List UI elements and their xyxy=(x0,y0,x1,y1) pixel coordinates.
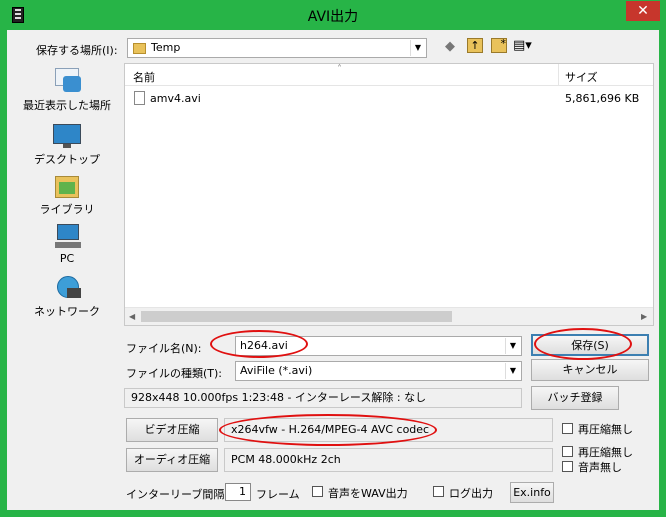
filetype-select[interactable]: AviFile (*.avi) ▼ xyxy=(235,361,522,381)
close-button[interactable]: ✕ xyxy=(626,1,660,21)
filetype-value: AviFile (*.avi) xyxy=(240,364,313,377)
filename-label: ファイル名(N): xyxy=(126,342,202,355)
audio-no-recompress-label: 再圧縮無し xyxy=(578,446,633,459)
wav-output-label: 音声をWAV出力 xyxy=(328,487,408,500)
video-no-recompress-checkbox[interactable] xyxy=(562,423,573,434)
avi-file-icon xyxy=(134,91,145,105)
scroll-left-icon[interactable]: ◀ xyxy=(129,312,135,321)
file-name: amv4.avi xyxy=(150,92,201,105)
log-output-label: ログ出力 xyxy=(449,487,493,500)
video-no-recompress-label: 再圧縮無し xyxy=(578,423,633,436)
chevron-down-icon[interactable]: ▼ xyxy=(505,363,520,379)
interleave-unit: フレーム xyxy=(256,488,300,501)
filename-highlight xyxy=(210,330,308,358)
horizontal-scrollbar[interactable]: ◀ ▶ xyxy=(125,307,653,325)
filetype-label: ファイルの種類(T): xyxy=(126,367,223,380)
header-name[interactable]: 名前 xyxy=(133,69,155,85)
audio-compress-button[interactable]: オーディオ圧縮 xyxy=(126,448,218,472)
audio-no-recompress-checkbox[interactable] xyxy=(562,446,573,457)
ex-info-button[interactable]: Ex.info xyxy=(510,482,554,503)
libraries-icon xyxy=(51,172,83,200)
place-libraries[interactable]: ライブラリ xyxy=(19,172,115,220)
save-in-value: Temp xyxy=(151,41,181,54)
recent-places-icon xyxy=(51,66,83,94)
view-menu-icon[interactable]: ▤▾ xyxy=(513,38,532,53)
network-icon xyxy=(51,274,83,302)
save-in-label: 保存する場所(I): xyxy=(36,44,118,57)
video-compress-button[interactable]: ビデオ圧縮 xyxy=(126,418,218,442)
chevron-down-icon[interactable]: ▼ xyxy=(410,40,425,56)
file-list[interactable]: 名前 ˄ サイズ amv4.avi 5,861,696 KB ◀ ▶ xyxy=(124,63,654,326)
list-header: 名前 ˄ サイズ xyxy=(125,64,653,86)
log-output-checkbox[interactable] xyxy=(433,486,444,497)
header-size[interactable]: サイズ xyxy=(565,69,598,85)
place-label: PC xyxy=(59,252,75,265)
scroll-right-icon[interactable]: ▶ xyxy=(641,312,647,321)
cancel-button[interactable]: キャンセル xyxy=(531,359,649,381)
wav-output-checkbox[interactable] xyxy=(312,486,323,497)
back-icon[interactable]: ◆ xyxy=(445,39,455,54)
title-bar[interactable]: AVI出力 ✕ xyxy=(0,0,666,30)
place-recent[interactable]: 最近表示した場所 xyxy=(19,66,115,116)
file-size: 5,861,696 KB xyxy=(565,92,640,105)
up-folder-icon[interactable]: ↑ xyxy=(467,38,483,53)
place-desktop[interactable]: デスクトップ xyxy=(19,122,115,170)
scroll-thumb[interactable] xyxy=(141,311,452,322)
place-network[interactable]: ネットワーク xyxy=(19,274,115,322)
place-pc[interactable]: PC xyxy=(19,222,115,270)
desktop-icon xyxy=(51,122,83,150)
pc-icon xyxy=(51,222,83,250)
list-item[interactable]: amv4.avi 5,861,696 KB xyxy=(125,89,653,107)
chevron-down-icon[interactable]: ▼ xyxy=(505,338,520,354)
save-in-combo[interactable]: Temp ▼ xyxy=(127,38,427,58)
video-info-text: 928x448 10.000fps 1:23:48 - インターレース解除 : … xyxy=(124,388,522,408)
place-label: デスクトップ xyxy=(34,153,100,166)
folder-icon xyxy=(133,43,146,54)
new-folder-icon[interactable]: * xyxy=(491,38,507,53)
place-label: ネットワーク xyxy=(34,305,100,318)
dialog-window: AVI出力 ✕ 保存する場所(I): Temp ▼ ◆ ↑ * ▤▾ 最近表示し… xyxy=(0,0,666,517)
place-label: 最近表示した場所 xyxy=(23,99,111,112)
dialog-client: 保存する場所(I): Temp ▼ ◆ ↑ * ▤▾ 最近表示した場所 デスクト… xyxy=(7,30,659,510)
save-highlight xyxy=(534,328,632,360)
codec-highlight xyxy=(219,414,437,446)
batch-register-button[interactable]: バッチ登録 xyxy=(531,386,619,410)
audio-codec-text: PCM 48.000kHz 2ch xyxy=(224,448,553,472)
no-audio-label: 音声無し xyxy=(578,461,622,474)
sort-ascending-icon: ˄ xyxy=(337,64,342,75)
place-label: ライブラリ xyxy=(39,203,95,216)
interleave-input[interactable]: 1 xyxy=(225,483,251,501)
window-title: AVI出力 xyxy=(307,9,359,25)
interleave-label: インターリーブ間隔 : xyxy=(126,488,232,501)
no-audio-checkbox[interactable] xyxy=(562,461,573,472)
